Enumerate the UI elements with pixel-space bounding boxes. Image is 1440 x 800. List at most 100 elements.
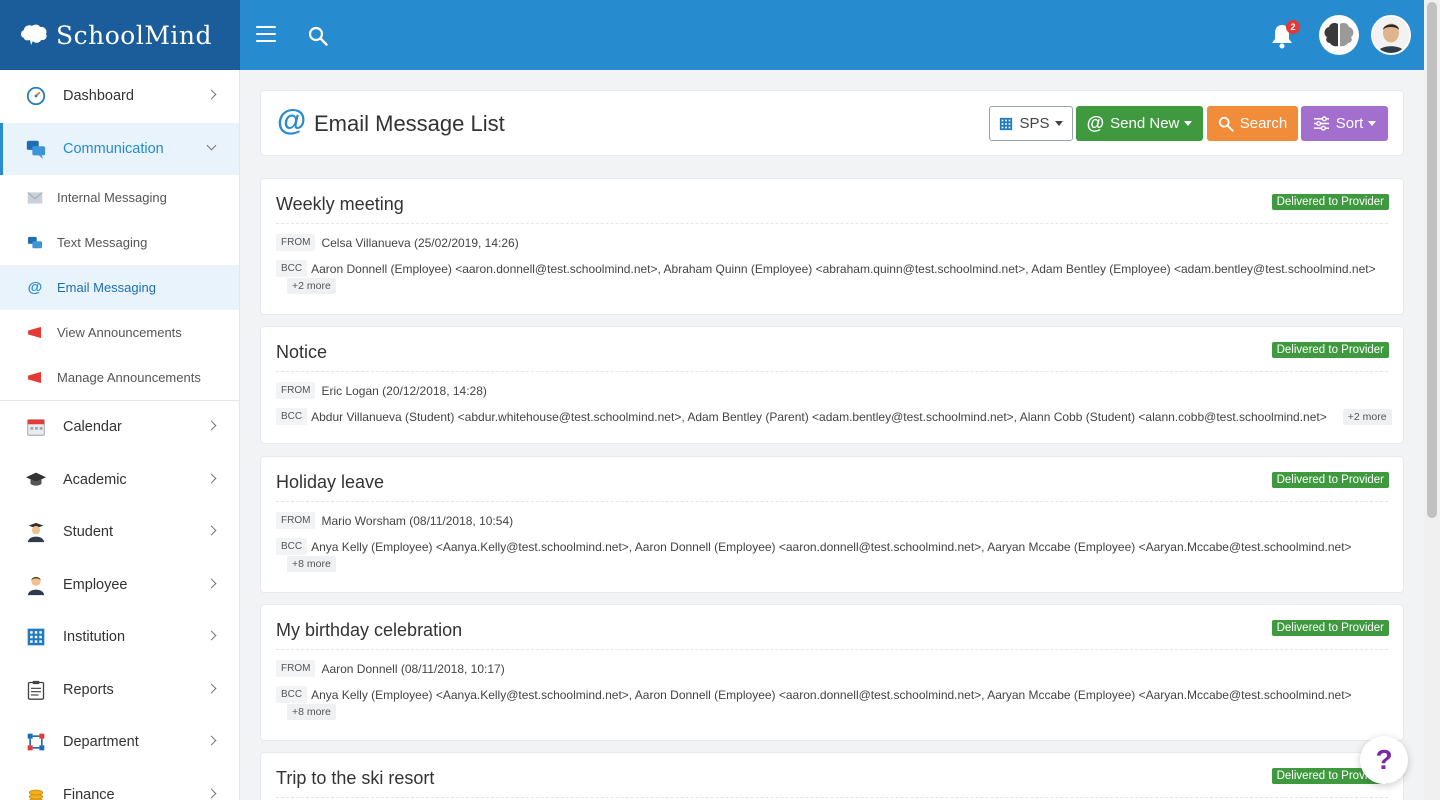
sidebar-item-label: Employee — [63, 576, 128, 593]
more-recipients-button[interactable]: +8 more — [287, 556, 336, 572]
search-icon[interactable] — [308, 26, 328, 46]
message-from: FROM Eric Logan (20/12/2018, 14:28) — [276, 382, 487, 399]
from-value: Celsa Villanueva (25/02/2019, 14:26) — [321, 235, 519, 250]
clipboard-icon — [24, 678, 48, 702]
coins-icon — [24, 783, 48, 800]
bcc-tag: BCC — [276, 686, 308, 703]
sort-label: Sort — [1335, 115, 1364, 132]
page-header: @ Email Message List SPS @ Send New Sear… — [260, 90, 1404, 156]
sidebar-item-dashboard[interactable]: Dashboard — [0, 70, 239, 123]
sidebar-item-academic[interactable]: Academic — [0, 454, 239, 507]
bcc-tag: BCC — [276, 260, 308, 277]
brain-logo-icon — [21, 24, 47, 45]
sidebar-item-internal-messaging[interactable]: Internal Messaging — [0, 175, 239, 220]
brand-logo[interactable]: SchoolMind — [0, 0, 240, 70]
status-badge: Delivered to Provider — [1271, 472, 1389, 488]
more-recipients-button[interactable]: +2 more — [287, 278, 336, 294]
from-value: Eric Logan (20/12/2018, 14:28) — [321, 383, 487, 398]
at-icon: @ — [277, 104, 307, 137]
sidebar-item-label: Department — [63, 734, 139, 751]
message-bcc: BCC Aaron Donnell (Employee) <aaron.donn… — [276, 260, 1388, 277]
send-new-button[interactable]: @ Send New — [1076, 106, 1203, 141]
user-photo-icon — [1373, 17, 1409, 53]
chevron-right-icon — [206, 788, 217, 799]
sps-label: SPS — [1019, 115, 1050, 132]
chevron-down-icon — [206, 140, 217, 151]
sidebar-item-view-announcements[interactable]: View Announcements — [0, 310, 239, 355]
sidebar-subitem-label: Email Messaging — [57, 280, 156, 295]
message-card[interactable]: Notice Delivered to Provider FROM Eric L… — [260, 326, 1404, 444]
message-card[interactable]: Trip to the ski resort Delivered to Prov… — [260, 752, 1404, 800]
bcc-value: Anya Kelly (Employee) <Aanya.Kelly@test.… — [311, 687, 1352, 702]
bcc-tag: BCC — [276, 408, 308, 425]
sidebar-item-employee[interactable]: Employee — [0, 559, 239, 612]
graduation-cap-icon — [24, 468, 48, 492]
sidebar-subitem-label: Internal Messaging — [57, 190, 167, 205]
sidebar-item-manage-announcements[interactable]: Manage Announcements — [0, 355, 239, 400]
from-tag: FROM — [276, 512, 316, 529]
message-subject[interactable]: Notice — [276, 342, 327, 363]
sidebar-item-label: Communication — [63, 140, 164, 157]
megaphone-icon — [26, 325, 44, 341]
message-bcc: BCC Abdur Villanueva (Student) <abdur.wh… — [276, 408, 1392, 425]
department-icon — [24, 730, 48, 754]
status-badge: Delivered to Provider — [1271, 620, 1389, 636]
sidebar-item-email-messaging[interactable]: @ Email Messaging — [0, 265, 239, 310]
message-card[interactable]: My birthday celebration Delivered to Pro… — [260, 604, 1404, 741]
sidebar-item-department[interactable]: Department — [0, 716, 239, 769]
user-avatar[interactable] — [1371, 15, 1411, 55]
school-avatar[interactable] — [1319, 15, 1359, 55]
message-subject[interactable]: Holiday leave — [276, 472, 384, 493]
sidebar-subitem-label: View Announcements — [57, 325, 182, 340]
search-icon — [1218, 116, 1234, 132]
message-card[interactable]: Weekly meeting Delivered to Provider FRO… — [260, 178, 1404, 315]
from-tag: FROM — [276, 382, 316, 399]
megaphone-icon — [26, 370, 44, 386]
message-subject[interactable]: Weekly meeting — [276, 194, 404, 215]
chevron-right-icon — [206, 473, 217, 484]
building-icon — [999, 117, 1013, 131]
chevron-right-icon — [206, 630, 217, 641]
chat-icon — [26, 235, 44, 251]
sidebar-item-student[interactable]: Student — [0, 506, 239, 559]
caret-down-icon — [1184, 121, 1193, 126]
help-button[interactable]: ? — [1360, 736, 1408, 784]
menu-toggle-icon[interactable] — [256, 26, 276, 44]
chevron-right-icon — [206, 735, 217, 746]
message-bcc: BCC Anya Kelly (Employee) <Aanya.Kelly@t… — [276, 686, 1388, 703]
bcc-value: Anya Kelly (Employee) <Aanya.Kelly@test.… — [311, 539, 1352, 554]
sidebar-item-reports[interactable]: Reports — [0, 664, 239, 717]
sidebar-item-text-messaging[interactable]: Text Messaging — [0, 220, 239, 265]
scrollbar-thumb[interactable] — [1427, 2, 1437, 518]
sidebar-item-label: Dashboard — [63, 88, 134, 105]
sidebar-item-calendar[interactable]: Calendar — [0, 401, 239, 454]
send-new-label: Send New — [1110, 115, 1180, 132]
sidebar-item-institution[interactable]: Institution — [0, 611, 239, 664]
message-subject[interactable]: Trip to the ski resort — [276, 768, 434, 789]
caret-down-icon — [1054, 121, 1063, 126]
brain-avatar-icon — [1324, 23, 1354, 47]
sidebar-item-label: Reports — [63, 681, 114, 698]
employee-icon — [24, 573, 48, 597]
sidebar-item-finance[interactable]: Finance — [0, 769, 239, 800]
message-card[interactable]: Holiday leave Delivered to Provider FROM… — [260, 456, 1404, 593]
message-bcc: BCC Anya Kelly (Employee) <Aanya.Kelly@t… — [276, 538, 1388, 555]
message-subject[interactable]: My birthday celebration — [276, 620, 462, 641]
search-button[interactable]: Search — [1207, 106, 1298, 141]
more-recipients-button[interactable]: +8 more — [287, 704, 336, 720]
sidebar-item-label: Calendar — [63, 419, 122, 436]
at-icon: @ — [1086, 113, 1105, 133]
divider — [276, 501, 1388, 502]
chevron-right-icon — [206, 683, 217, 694]
message-from: FROM Mario Worsham (08/11/2018, 10:54) — [276, 512, 513, 529]
sidebar-item-label: Academic — [63, 471, 127, 488]
sort-button[interactable]: Sort — [1301, 106, 1388, 141]
divider — [276, 649, 1388, 650]
divider — [276, 371, 1388, 372]
sps-dropdown-button[interactable]: SPS — [989, 106, 1073, 141]
message-from: FROM Aaron Donnell (08/11/2018, 10:17) — [276, 660, 505, 677]
notification-count-badge: 2 — [1286, 20, 1300, 34]
sidebar-item-communication[interactable]: Communication — [0, 122, 239, 175]
envelope-icon — [26, 190, 44, 206]
more-recipients-button[interactable]: +2 more — [1342, 408, 1392, 425]
